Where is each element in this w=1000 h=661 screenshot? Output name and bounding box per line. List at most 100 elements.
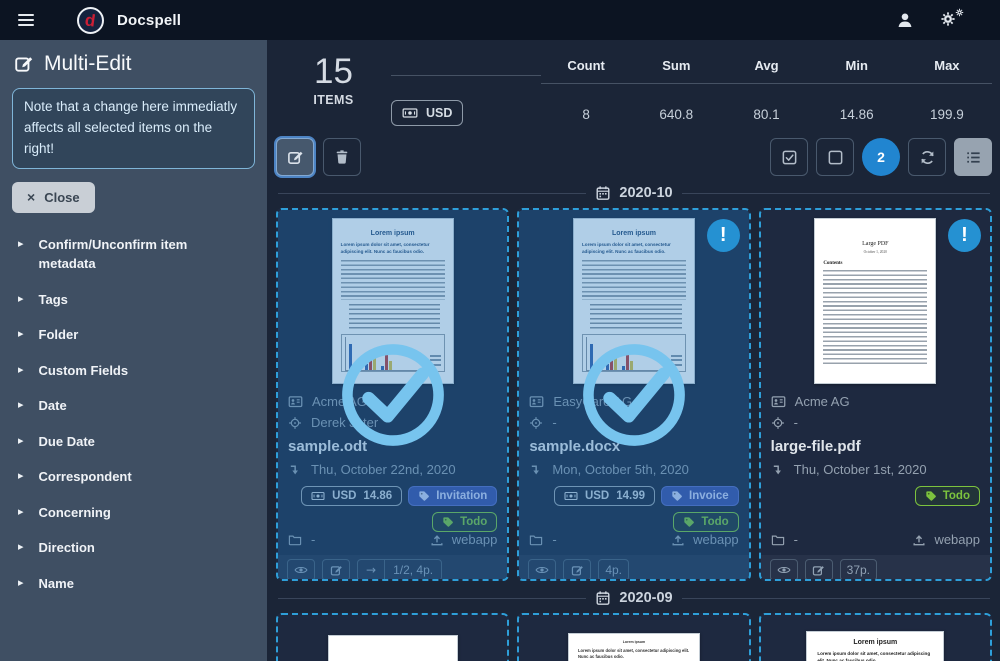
- attachment-pages: → 1/2, 4p.: [357, 559, 442, 581]
- amount-badge: USD14.99: [554, 486, 655, 506]
- item-thumbnail: Lorem ipsum Lorem ipsum dolor sit amet, …: [278, 210, 507, 384]
- source-value: webapp: [934, 532, 980, 547]
- item-card[interactable]: Lorem ipsum Lorem ipsum dolor sit amet, …: [517, 613, 750, 661]
- tag-icon: [683, 516, 695, 528]
- item-date-icon: [288, 463, 302, 477]
- stat-max: 199.9: [902, 96, 992, 122]
- money-bill-icon: [402, 105, 418, 121]
- list-view-button[interactable]: [954, 138, 992, 176]
- correspondent-name: EasyCare AG: [553, 394, 632, 409]
- sidebar-item-custom-fields[interactable]: ▸Custom Fields: [12, 353, 255, 389]
- stats-header: 15 ITEMS Count Sum Avg Min Max USD 8 640…: [276, 46, 992, 130]
- preview-button[interactable]: [528, 559, 556, 581]
- item-card[interactable]: Large PDF October 1, 2020 Contents Acme …: [759, 208, 992, 581]
- sidebar-item-name[interactable]: ▸Name: [12, 566, 255, 602]
- sidebar-item-direction[interactable]: ▸Direction: [12, 530, 255, 566]
- concerning-name: -: [794, 415, 798, 430]
- item-title: sample.docx: [529, 438, 738, 455]
- item-date-icon: [529, 463, 543, 477]
- edit-selected-button[interactable]: [276, 138, 314, 176]
- concerning-icon: [288, 416, 302, 430]
- preview-button[interactable]: [287, 559, 315, 581]
- folder-value: -: [794, 532, 798, 547]
- sidebar-title: Multi-Edit: [44, 52, 132, 76]
- item-cards-grid: Lorem ipsum Lorem ipsum dolor sit amet, …: [276, 208, 992, 581]
- item-date-icon: [771, 463, 785, 477]
- deselect-all-button[interactable]: [816, 138, 854, 176]
- preview-button[interactable]: [770, 559, 798, 581]
- upload-source-icon: [912, 533, 926, 547]
- hamburger-menu-icon[interactable]: [16, 10, 36, 30]
- sidebar-item-confirm-metadata[interactable]: ▸Confirm/Unconfirm item metadata: [12, 227, 255, 282]
- settings-gears-icon[interactable]: [940, 11, 962, 29]
- concerning-icon: [771, 416, 785, 430]
- item-card[interactable]: Lorem ipsum Lorem ipsum dolor sit amet, …: [276, 208, 509, 581]
- sidebar-item-tags[interactable]: ▸Tags: [12, 282, 255, 318]
- month-divider: 2020-10: [278, 185, 990, 201]
- multi-edit-sidebar: Multi-Edit Note that a change here immed…: [0, 40, 267, 661]
- stat-min: 14.86: [812, 96, 902, 122]
- page-count: 37p.: [840, 559, 877, 581]
- money-bill-icon: [311, 489, 325, 503]
- month-label: 2020-09: [619, 590, 672, 606]
- caret-right-icon: ▸: [18, 327, 24, 340]
- correspondent-name: Acme AG: [795, 394, 850, 409]
- col-max: Max: [902, 50, 992, 84]
- item-date: Thu, October 1st, 2020: [794, 462, 927, 477]
- item-date: Mon, October 5th, 2020: [552, 462, 689, 477]
- month-label: 2020-10: [619, 185, 672, 201]
- correspondent-name: Acme AG: [312, 394, 367, 409]
- item-card[interactable]: Keywords in PDF PD: [276, 613, 509, 661]
- item-title: sample.odt: [288, 438, 497, 455]
- select-all-button[interactable]: [770, 138, 808, 176]
- edit-item-button[interactable]: [805, 559, 833, 581]
- caret-right-icon: ▸: [18, 292, 24, 305]
- money-bill-icon: [564, 489, 578, 503]
- page-count: 1/2, 4p.: [385, 560, 441, 580]
- sidebar-item-due-date[interactable]: ▸Due Date: [12, 424, 255, 460]
- correspondent-icon: [771, 394, 786, 409]
- sidebar-item-date[interactable]: ▸Date: [12, 388, 255, 424]
- currency-stats-table: Count Sum Avg Min Max USD 8 640.8 80.1 1…: [391, 46, 992, 130]
- card-footer: → 1/2, 4p.: [278, 555, 507, 581]
- delete-selected-button[interactable]: [323, 138, 361, 176]
- concerning-name: -: [552, 415, 556, 430]
- selected-count-badge: 2: [862, 138, 900, 176]
- caret-right-icon: ▸: [18, 540, 24, 553]
- unconfirmed-icon: !: [948, 219, 981, 252]
- sidebar-item-correspondent[interactable]: ▸Correspondent: [12, 459, 255, 495]
- total-items-count: 15: [276, 54, 391, 91]
- edit-item-button[interactable]: [563, 559, 591, 581]
- correspondent-icon: [529, 394, 544, 409]
- sidebar-item-folder[interactable]: ▸Folder: [12, 317, 255, 353]
- folder-icon: [288, 533, 302, 547]
- month-divider: 2020-09: [278, 590, 990, 606]
- tag-badge: Todo: [432, 512, 497, 532]
- col-count: Count: [541, 50, 631, 84]
- tag-badge: Todo: [915, 486, 980, 506]
- concerning-icon: [529, 416, 543, 430]
- unconfirmed-icon: !: [707, 219, 740, 252]
- open-attachment-button[interactable]: →: [358, 560, 385, 580]
- item-card[interactable]: Lorem ipsum Lorem ipsum dolor sit amet, …: [759, 613, 992, 661]
- folder-value: -: [552, 532, 556, 547]
- tag-badge: Invitation: [408, 486, 497, 506]
- sidebar-item-concerning[interactable]: ▸Concerning: [12, 495, 255, 531]
- item-card[interactable]: Lorem ipsum Lorem ipsum dolor sit amet, …: [517, 208, 750, 581]
- thumbnail-chart: [341, 334, 445, 372]
- refresh-button[interactable]: [908, 138, 946, 176]
- card-footer: 4p.: [519, 555, 748, 581]
- amount-badge: USD14.86: [301, 486, 402, 506]
- multi-edit-accordion: ▸Confirm/Unconfirm item metadata ▸Tags ▸…: [12, 227, 255, 602]
- tag-badge: Invoice: [661, 486, 739, 506]
- concerning-name: Derek Jeter: [311, 415, 378, 430]
- caret-right-icon: ▸: [18, 434, 24, 447]
- source-value: webapp: [693, 532, 739, 547]
- close-button[interactable]: × Close: [12, 182, 95, 213]
- edit-item-button[interactable]: [322, 559, 350, 581]
- tag-icon: [925, 490, 937, 502]
- calendar-icon: [595, 185, 611, 201]
- user-icon[interactable]: [896, 11, 914, 29]
- caret-right-icon: ▸: [18, 576, 24, 589]
- caret-right-icon: ▸: [18, 505, 24, 518]
